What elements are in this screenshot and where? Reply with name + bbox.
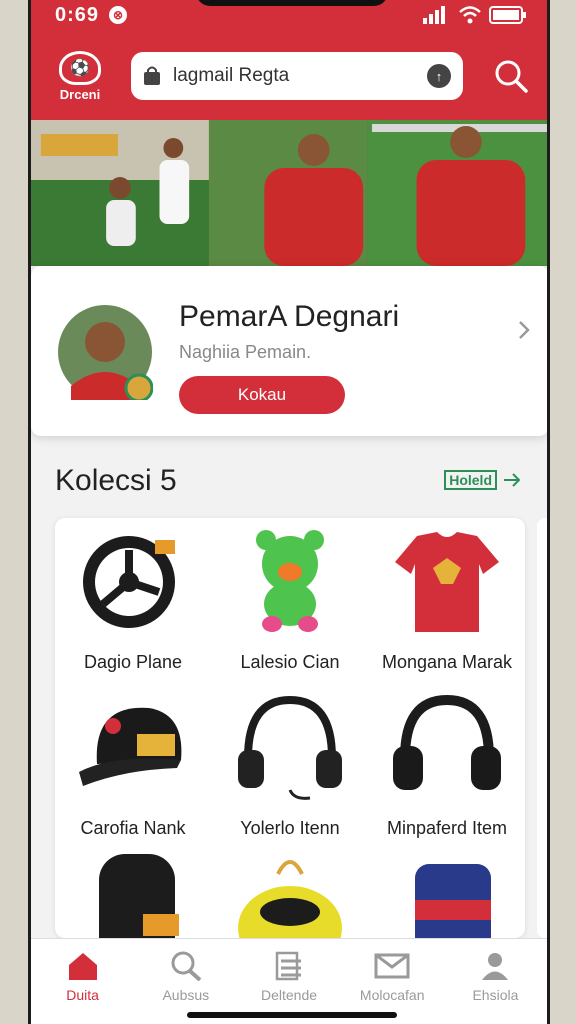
item-label: Dagio Plane	[83, 652, 183, 672]
search-input[interactable]: lagmail Regta ↑	[131, 52, 463, 100]
see-all-link[interactable]: Holeld	[444, 470, 521, 490]
bag-icon	[238, 860, 342, 938]
collection-item[interactable]: Carofia Nank	[55, 694, 211, 858]
profile-icon	[482, 953, 509, 980]
home-icon	[68, 953, 97, 980]
search-icon[interactable]	[493, 58, 529, 94]
cap-icon	[79, 707, 182, 786]
nav-item-home[interactable]: Duita	[31, 939, 134, 1024]
item-label: Minpaferd Item	[386, 818, 508, 838]
collection-item[interactable]	[212, 854, 368, 938]
list-icon	[275, 951, 301, 981]
wifi-icon	[459, 6, 481, 24]
voice-search-icon[interactable]: ↑	[427, 64, 451, 88]
collection-item[interactable]: Lalesio Cian	[212, 528, 368, 692]
collection-item[interactable]	[369, 854, 525, 938]
player-name: PemarA Degnari	[179, 300, 400, 333]
nav-label: Duita	[66, 987, 99, 1003]
nav-label: Aubsus	[162, 987, 210, 1003]
home-indicator	[187, 1012, 397, 1018]
mascot-toy-icon	[256, 530, 324, 632]
item-label: Lalesio Cian	[240, 652, 340, 672]
app-header: ⚽ Drceni lagmail Regta ↑	[51, 44, 529, 108]
item-label: Carofia Nank	[80, 818, 186, 838]
logo-emblem-icon: ⚽	[59, 50, 101, 85]
player-subtitle: Naghiia Pemain.	[179, 342, 312, 362]
status-bar: 0:69 ⊗	[55, 2, 527, 28]
signal-icon	[423, 6, 445, 24]
can-icon	[415, 864, 491, 938]
collection-item[interactable]: Minpaferd Item	[369, 694, 525, 858]
next-collection-peek[interactable]	[537, 518, 547, 938]
featured-player-card[interactable]: PemarA Degnari Naghiia Pemain. Kokau	[31, 266, 547, 436]
jersey-icon	[395, 532, 499, 632]
collection-item[interactable]	[55, 854, 211, 938]
see-all-label: Holeld	[444, 470, 497, 490]
logo-text: Drceni	[59, 86, 101, 102]
search-value: lagmail Regta	[173, 65, 290, 86]
nav-label: Molocafan	[359, 987, 425, 1003]
player-action-button[interactable]: Kokau	[179, 376, 345, 414]
chevron-right-icon[interactable]	[517, 320, 531, 340]
bag-icon	[144, 66, 160, 85]
nav-label: Deltende	[260, 987, 318, 1003]
notification-badge: ⊗	[109, 6, 128, 24]
item-label: Mongana Marak	[381, 652, 513, 672]
headphones-icon	[238, 695, 342, 800]
tire-icon	[99, 854, 179, 938]
wheel-icon	[83, 536, 175, 628]
mail-icon	[374, 953, 410, 979]
status-icons	[423, 6, 527, 24]
app-logo[interactable]: ⚽ Drceni	[51, 50, 109, 102]
status-time: 0:69	[55, 3, 100, 26]
battery-icon	[489, 6, 526, 24]
nav-label: Ehsiola	[472, 987, 519, 1003]
collection-item[interactable]: Dagio Plane	[55, 528, 211, 692]
nav-item-profile[interactable]: Ehsiola	[444, 939, 547, 1024]
collection-title: Kolecsi 5	[55, 464, 177, 497]
phone-screen: 0:69 ⊗ ⚽ Drceni lagmail Regta ↑ PemarA D…	[28, 0, 550, 1024]
hero-banner[interactable]	[31, 120, 547, 266]
item-label: Yolerlo Itenn	[240, 818, 340, 838]
search-icon	[171, 951, 202, 981]
collection-grid: Dagio Plane Lalesio Cian Mongana Marak C…	[55, 518, 525, 938]
arrow-right-icon	[504, 473, 521, 487]
collection-item[interactable]: Mongana Marak	[369, 528, 525, 692]
collection-item[interactable]: Yolerlo Itenn	[212, 694, 368, 858]
headphones-icon	[393, 694, 501, 790]
player-avatar	[58, 305, 153, 400]
